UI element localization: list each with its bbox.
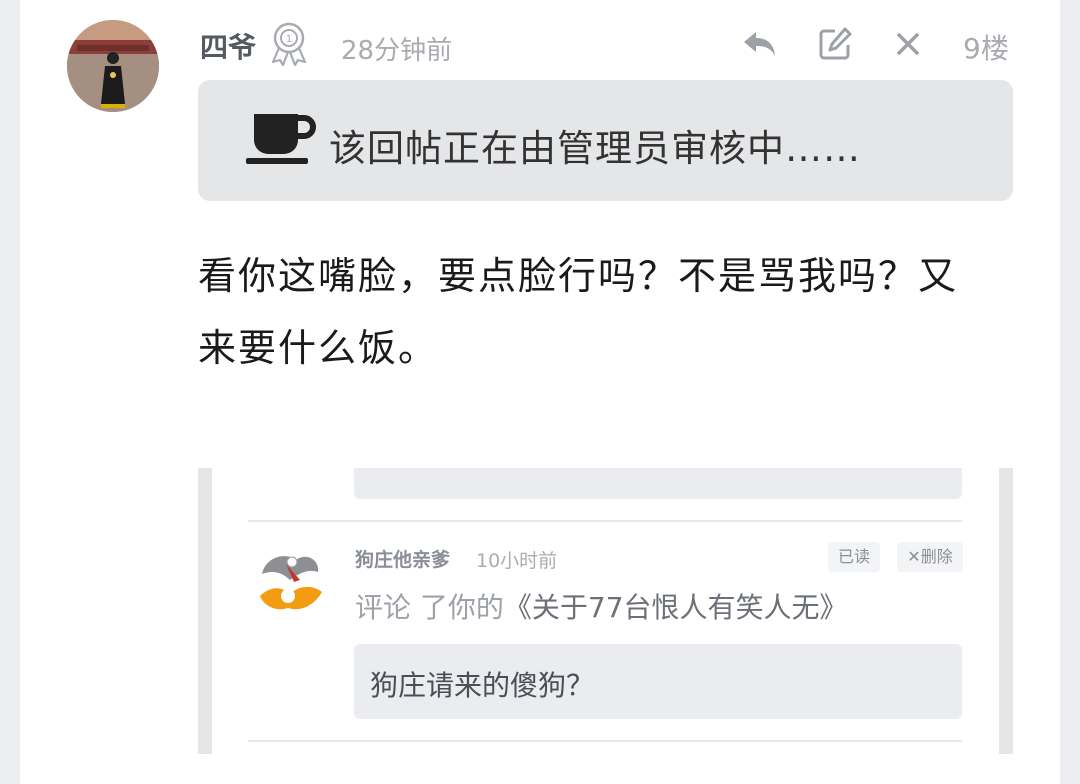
floor-number: 9楼 xyxy=(963,32,1009,65)
author-avatar[interactable] xyxy=(67,20,159,112)
post-time: 28分钟前 xyxy=(341,36,453,66)
post-body-line: 看你这嘴脸，要点脸行吗？不是骂我吗？又 xyxy=(198,254,959,298)
edit-icon[interactable] xyxy=(815,24,855,64)
post-body: 看你这嘴脸，要点脸行吗？不是骂我吗？又 来要什么饭。 xyxy=(198,240,1013,384)
svg-text:1: 1 xyxy=(286,34,292,45)
pending-review-notice: 该回帖正在由管理员审核中…… xyxy=(198,80,1013,201)
quoted-comment-text: 狗庄请来的傻狗？ xyxy=(370,669,595,702)
screenshot-border xyxy=(198,468,212,754)
reply-icon[interactable] xyxy=(740,24,780,64)
commenter-avatar xyxy=(256,546,326,616)
divider xyxy=(248,740,962,742)
author-name[interactable]: 四爷 xyxy=(200,26,256,66)
divider xyxy=(248,520,962,522)
comment-time: 10小时前 xyxy=(476,550,558,572)
action-prefix: 评论 了你的 xyxy=(355,591,504,624)
pending-text: 该回帖正在由管理员审核中…… xyxy=(329,127,861,170)
notification-line: 评论 了你的《关于77台恨人有笑人无》 xyxy=(355,586,848,626)
close-icon[interactable] xyxy=(888,24,928,64)
delete-button[interactable]: ✕删除 xyxy=(897,542,963,572)
commenter-name[interactable]: 狗庄他亲爹 xyxy=(355,545,450,572)
screenshot-border xyxy=(999,468,1013,754)
medal-icon: 1 xyxy=(266,20,312,67)
quoted-comment: 狗庄请来的傻狗？ xyxy=(354,644,962,719)
previous-quote-box: ··· xyxy=(354,468,962,499)
post-body-line: 来要什么饭。 xyxy=(198,326,439,370)
mark-read-button[interactable]: 已读 xyxy=(828,542,880,572)
coffee-cup-icon xyxy=(244,110,316,170)
embedded-screenshot: ··· 狗庄他亲爹 10小时前 已读 ✕删除 评论 了你的《关于77台恨人有笑人… xyxy=(198,468,1013,754)
post-title-link[interactable]: 《关于77台恨人有笑人无》 xyxy=(504,591,848,624)
